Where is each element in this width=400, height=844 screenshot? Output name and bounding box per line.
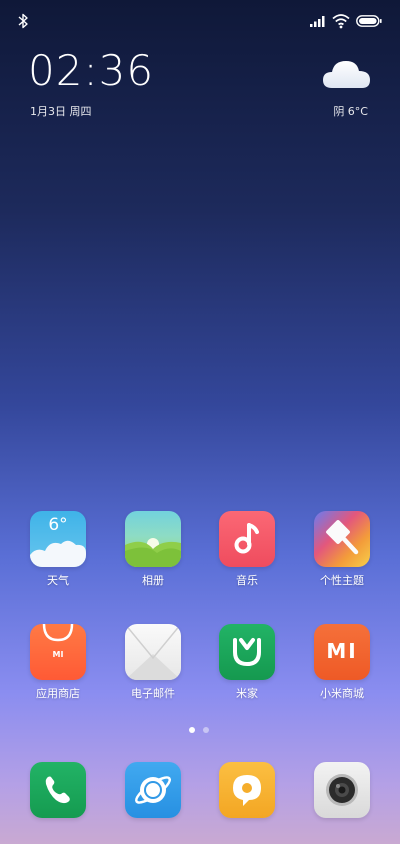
clock-time[interactable]: 02:36	[28, 50, 154, 92]
app-label: 小米商城	[320, 687, 364, 700]
gallery-app-icon	[125, 511, 181, 567]
app-email[interactable]: 电子邮件	[117, 624, 189, 701]
app-label: 个性主题	[320, 574, 364, 587]
cloud-icon[interactable]	[322, 56, 372, 90]
browser-app-icon	[125, 762, 181, 818]
dock-browser[interactable]	[117, 762, 189, 818]
mi-logo-icon: MI	[326, 639, 358, 663]
phone-app-icon	[30, 762, 86, 818]
wifi-icon	[332, 14, 350, 29]
app-label: 天气	[47, 574, 69, 587]
app-music[interactable]: 音乐	[211, 511, 283, 588]
themes-app-icon	[314, 511, 370, 567]
app-label: 电子邮件	[131, 687, 175, 700]
camera-app-icon	[314, 762, 370, 818]
mi-store-app-icon: MI	[314, 624, 370, 680]
app-gallery[interactable]: 相册	[117, 511, 189, 588]
dock-camera[interactable]	[306, 762, 378, 818]
weather-text: 阴 6°C	[333, 105, 368, 118]
page-dot[interactable]	[203, 727, 209, 733]
app-mijia[interactable]: 米家	[211, 624, 283, 701]
app-store-icon: MI	[30, 624, 86, 680]
app-label: 相册	[142, 574, 164, 587]
app-store[interactable]: MI 应用商店	[22, 624, 94, 701]
app-label: 应用商店	[36, 687, 80, 700]
dock-messages[interactable]	[211, 762, 283, 818]
page-indicator[interactable]	[189, 726, 213, 734]
dock-phone[interactable]	[22, 762, 94, 818]
app-label: 音乐	[236, 574, 258, 587]
bluetooth-icon	[18, 13, 28, 29]
mi-logo-icon: MI	[52, 650, 64, 659]
app-themes[interactable]: 个性主题	[306, 511, 378, 588]
music-app-icon	[219, 511, 275, 567]
weather-app-icon: 6°	[30, 511, 86, 567]
email-app-icon	[125, 624, 181, 680]
app-label: 米家	[236, 687, 258, 700]
app-mi-store[interactable]: MI 小米商城	[306, 624, 378, 701]
messages-app-icon	[219, 762, 275, 818]
battery-icon	[356, 15, 382, 27]
mijia-app-icon	[219, 624, 275, 680]
status-bar	[0, 10, 400, 32]
signal-icon	[310, 16, 325, 27]
page-dot-active[interactable]	[189, 727, 195, 733]
clock-date: 1月3日 周四	[30, 105, 92, 118]
app-weather[interactable]: 6° 天气	[22, 511, 94, 588]
